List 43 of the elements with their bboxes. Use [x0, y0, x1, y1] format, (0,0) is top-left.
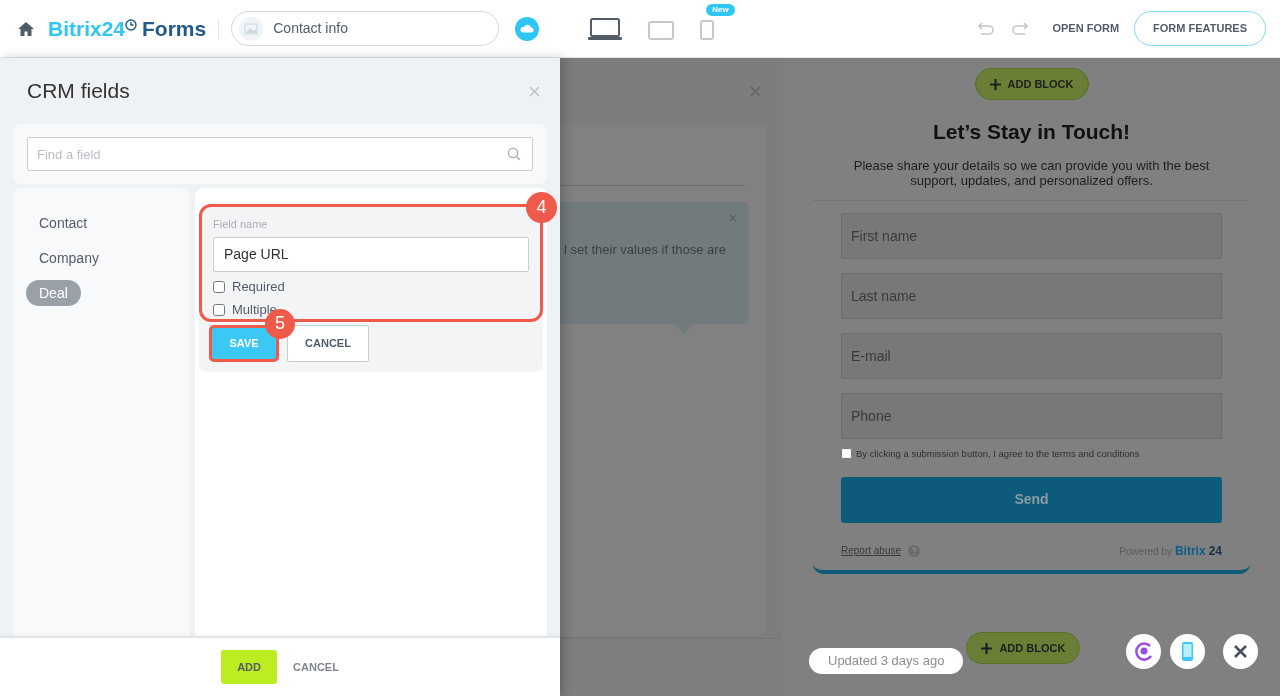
panel-title: CRM fields: [27, 78, 130, 105]
cancel-button[interactable]: CANCEL: [287, 324, 369, 362]
form-input[interactable]: First name: [841, 212, 1222, 259]
open-form-button[interactable]: OPEN FORM: [1052, 20, 1120, 37]
category-item[interactable]: Company: [39, 245, 99, 271]
redo-icon[interactable]: [1012, 22, 1029, 35]
home-icon[interactable]: [18, 21, 34, 36]
checkbox[interactable]: [213, 303, 225, 316]
checkbox[interactable]: [213, 280, 225, 293]
image-icon: [239, 16, 264, 41]
form-title: Let’s Stay in Touch!: [932, 119, 1131, 145]
consent-checkbox[interactable]: [841, 448, 852, 460]
field-name-input[interactable]: Page URL: [213, 236, 529, 272]
add-block-button[interactable]: ADD BLOCK: [966, 632, 1081, 664]
add-button[interactable]: ADD: [221, 650, 278, 684]
search-icon[interactable]: [507, 147, 521, 161]
updated-label: Updated 3 days ago: [809, 648, 964, 674]
ai-assistant-icon[interactable]: [1126, 634, 1161, 669]
search-field[interactable]: Find a field: [27, 137, 533, 171]
checkbox-label: Required: [232, 277, 285, 296]
plus-icon: [989, 78, 1001, 90]
new-badge: New: [706, 3, 735, 16]
phone-icon[interactable]: [700, 19, 715, 40]
form-input[interactable]: E-mail: [841, 332, 1222, 379]
close-icon[interactable]: [1223, 634, 1258, 669]
category-item[interactable]: Contact: [39, 210, 88, 236]
step-badge: 4: [526, 192, 557, 223]
form-input[interactable]: Phone: [841, 392, 1222, 439]
cancel-button[interactable]: CANCEL: [293, 658, 339, 676]
logo[interactable]: Bitrix24 Forms: [48, 12, 207, 45]
undo-icon[interactable]: [978, 22, 995, 35]
help-icon[interactable]: [908, 544, 921, 557]
consent-text: By clicking a submission button, I agree to the terms and conditions: [856, 446, 1140, 461]
mobile-preview-icon[interactable]: [1170, 634, 1205, 669]
checkbox-label: Multiple: [232, 300, 277, 317]
form-input[interactable]: Last name: [841, 272, 1222, 319]
add-block-button[interactable]: ADD BLOCK: [974, 68, 1089, 100]
laptop-icon[interactable]: [588, 17, 623, 40]
form-subtitle: Please share your details so we can provide you with the best support, updates, and personalized offers.: [852, 157, 1211, 188]
tablet-icon[interactable]: [648, 20, 675, 40]
cloud-icon[interactable]: [515, 16, 540, 41]
plus-icon: [981, 642, 993, 654]
field-label: Field name: [213, 217, 269, 232]
